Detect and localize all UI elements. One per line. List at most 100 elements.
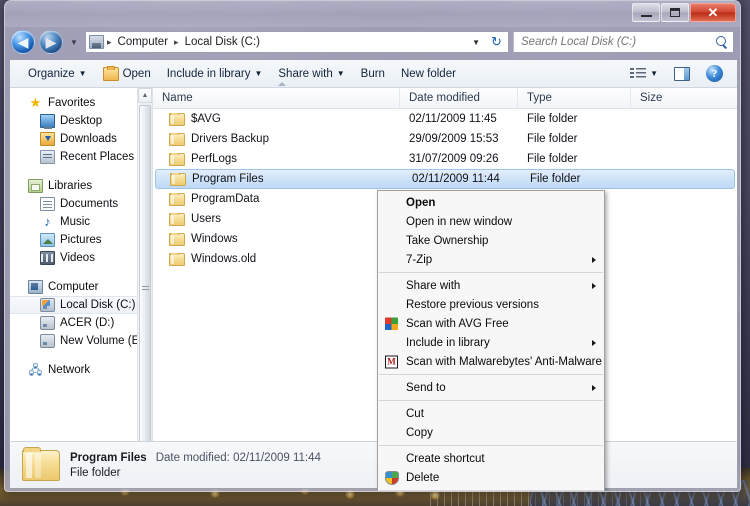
column-header-label: Type: [527, 92, 552, 104]
change-view-button[interactable]: ▼: [622, 63, 666, 85]
back-button[interactable]: ◀: [11, 30, 35, 54]
sidebar-item-desktop[interactable]: Desktop: [10, 112, 152, 130]
address-dropdown-button[interactable]: ▼: [467, 38, 485, 47]
close-button[interactable]: ✕: [690, 3, 736, 22]
menu-item-label: Take Ownership: [406, 234, 489, 247]
menu-item-share-with[interactable]: Share with: [378, 276, 604, 295]
file-name: Drivers Backup: [191, 133, 269, 145]
help-button[interactable]: ?: [698, 61, 731, 86]
burn-label: Burn: [360, 67, 385, 80]
search-input[interactable]: [521, 36, 713, 48]
column-header-label: Date modified: [409, 92, 480, 104]
column-header-name[interactable]: Name: [153, 82, 400, 108]
nav-group-computer: Computer Local Disk (C:) ACER (D:) New V…: [10, 278, 152, 350]
file-date-cell: 02/11/2009 11:44: [412, 173, 500, 185]
details-date: Date modified: 02/11/2009 11:44: [156, 452, 321, 464]
nav-gap: [10, 269, 152, 278]
nav-group-favorites: ★ Favorites Desktop Downloads Recent Pla…: [10, 94, 152, 166]
sidebar-item-downloads[interactable]: Downloads: [10, 130, 152, 148]
menu-item-send-to[interactable]: Send to: [378, 378, 604, 397]
share-with-button[interactable]: Share with ▼: [270, 64, 352, 84]
scroll-up-button[interactable]: ▲: [138, 88, 152, 103]
sidebar-item-videos[interactable]: Videos: [10, 249, 152, 267]
menu-separator: [379, 445, 603, 446]
menu-item-open-in-new-window[interactable]: Open in new window: [378, 212, 604, 231]
forward-icon: ▶: [45, 34, 57, 50]
table-row[interactable]: Drivers Backup 29/09/2009 15:53 File fol…: [153, 129, 737, 149]
refresh-button[interactable]: ↻: [487, 33, 506, 52]
menu-item-cut[interactable]: Cut: [378, 404, 604, 423]
menu-item-label: Create shortcut: [406, 452, 485, 465]
breadcrumb-separator-0[interactable]: ▸: [106, 37, 113, 48]
new-folder-button[interactable]: New folder: [393, 64, 464, 84]
menu-item-include-in-library[interactable]: Include in library: [378, 333, 604, 352]
videos-icon: [40, 251, 55, 265]
menu-item-delete[interactable]: Delete: [378, 468, 604, 487]
table-row[interactable]: $AVG 02/11/2009 11:45 File folder: [153, 109, 737, 129]
menu-item-scan-with-avg-free[interactable]: Scan with AVG Free: [378, 314, 604, 333]
network-icon: 🖧: [28, 363, 43, 377]
folder-icon: [169, 212, 185, 226]
minimize-button[interactable]: [632, 3, 660, 22]
details-line-1: Program Files Date modified: 02/11/2009 …: [70, 452, 321, 464]
breadcrumb-separator-1[interactable]: ▸: [173, 37, 180, 48]
include-in-library-button[interactable]: Include in library ▼: [159, 64, 271, 84]
file-date-cell: 02/11/2009 11:45: [409, 113, 497, 125]
menu-item-take-ownership[interactable]: Take Ownership: [378, 231, 604, 250]
search-box[interactable]: [513, 31, 734, 53]
scrollbar-thumb[interactable]: [139, 105, 151, 472]
breadcrumb-computer[interactable]: Computer: [115, 35, 172, 49]
sidebar-item-new-volume-e[interactable]: New Volume (E:): [10, 332, 152, 350]
file-name-cell: PerfLogs: [153, 152, 400, 166]
submenu-arrow-icon: [592, 339, 596, 346]
menu-item-copy[interactable]: Copy: [378, 423, 604, 442]
details-text: Program Files Date modified: 02/11/2009 …: [70, 452, 321, 479]
menu-item-restore-previous-versions[interactable]: Restore previous versions: [378, 295, 604, 314]
breadcrumb-local-disk[interactable]: Local Disk (C:): [182, 35, 263, 49]
preview-pane-button[interactable]: [666, 63, 698, 85]
sidebar-item-computer[interactable]: Computer: [10, 278, 152, 296]
menu-item-create-shortcut[interactable]: Create shortcut: [378, 449, 604, 468]
menu-separator: [379, 272, 603, 273]
window-controls: ✕: [631, 3, 736, 23]
menu-separator: [379, 400, 603, 401]
column-header-date-modified[interactable]: Date modified: [400, 88, 518, 108]
sidebar-item-music[interactable]: ♪ Music: [10, 213, 152, 231]
recent-locations-button[interactable]: ▼: [67, 38, 81, 47]
details-name: Program Files: [70, 451, 147, 464]
sidebar-item-documents[interactable]: Documents: [10, 195, 152, 213]
column-header-type[interactable]: Type: [518, 88, 631, 108]
sidebar-item-recent-places[interactable]: Recent Places: [10, 148, 152, 166]
burn-button[interactable]: Burn: [353, 64, 393, 84]
submenu-arrow-icon: [592, 256, 596, 263]
organize-button[interactable]: Organize ▼: [20, 64, 95, 84]
sidebar-item-label: Music: [60, 216, 91, 228]
submenu-arrow-icon: [592, 384, 596, 391]
file-name-cell: Windows.old: [153, 252, 400, 266]
sidebar-item-favorites[interactable]: ★ Favorites: [10, 94, 152, 112]
sidebar-item-libraries[interactable]: Libraries: [10, 177, 152, 195]
navigation-scrollbar[interactable]: ▲ ▼: [137, 88, 152, 489]
sidebar-item-label: Libraries: [48, 180, 93, 192]
table-row[interactable]: PerfLogs 31/07/2009 09:26 File folder: [153, 149, 737, 169]
sidebar-item-pictures[interactable]: Pictures: [10, 231, 152, 249]
menu-item-7-zip[interactable]: 7-Zip: [378, 250, 604, 269]
menu-item-scan-with-malwarebytes[interactable]: M Scan with Malwarebytes' Anti-Malware: [378, 352, 604, 371]
maximize-button[interactable]: [661, 3, 689, 22]
sidebar-item-acer-d[interactable]: ACER (D:): [10, 314, 152, 332]
refresh-icon: ↻: [491, 34, 502, 49]
table-row-selected[interactable]: Program Files 02/11/2009 11:44 File fold…: [155, 169, 735, 189]
nav-gap: [10, 168, 152, 177]
address-bar[interactable]: ▸ Computer ▸ Local Disk (C:) ▼ ↻: [85, 31, 509, 53]
menu-item-label: Delete: [406, 471, 440, 484]
column-header-size[interactable]: Size: [631, 88, 701, 108]
forward-button[interactable]: ▶: [39, 30, 63, 54]
menu-item-label: Send to: [406, 381, 446, 394]
open-button[interactable]: Open: [95, 63, 159, 85]
sidebar-item-network[interactable]: 🖧 Network: [10, 361, 152, 379]
menu-item-open[interactable]: Open: [378, 193, 604, 212]
chevron-down-icon: ▼: [70, 37, 78, 47]
sidebar-item-local-disk-c[interactable]: Local Disk (C:): [10, 296, 152, 314]
close-icon: ✕: [707, 4, 719, 20]
scrollbar-grip-icon: [141, 285, 149, 292]
